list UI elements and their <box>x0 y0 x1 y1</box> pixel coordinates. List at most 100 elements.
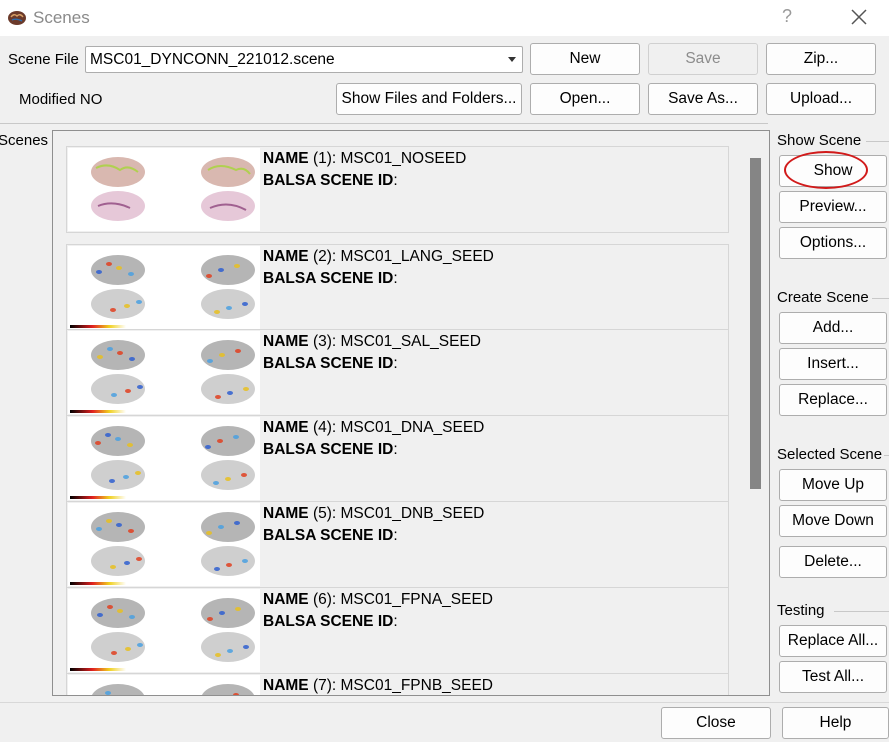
scene-balsa-value: : <box>393 270 398 287</box>
scene-name: NAME (2): MSC01_LANG_SEED <box>263 248 494 266</box>
scene-name-key: NAME <box>263 419 309 436</box>
scene-balsa-value: : <box>393 527 398 544</box>
scene-balsa-value: : <box>393 613 398 630</box>
modified-status: Modified NO <box>19 91 103 108</box>
scene-index: (6): <box>308 591 341 608</box>
scene-name: NAME (6): MSC01_FPNA_SEED <box>263 591 493 609</box>
scene-name-key: NAME <box>263 150 309 167</box>
scene-row[interactable]: NAME (7): MSC01_FPNB_SEEDBALSA SCENE ID: <box>66 673 729 695</box>
scene-balsa-key: BALSA SCENE ID <box>263 355 394 372</box>
scene-name: NAME (1): MSC01_NOSEED <box>263 150 466 168</box>
scene-balsa-key: BALSA SCENE ID <box>263 270 394 287</box>
scene-row[interactable]: NAME (6): MSC01_FPNA_SEED BALSA SCENE ID: <box>66 587 729 674</box>
scene-balsa-value: : <box>393 441 398 458</box>
scene-index: (2): <box>308 248 341 265</box>
scene-name-key: NAME <box>263 591 309 608</box>
save-as-button[interactable]: Save As... <box>648 83 758 115</box>
scene-thumbnail <box>68 675 260 695</box>
scene-file-label: Scene File <box>8 51 79 68</box>
testing-group-label: Testing <box>777 602 825 619</box>
brain-icon <box>8 11 26 25</box>
scene-name-value: MSC01_NOSEED <box>340 150 467 167</box>
scene-name: NAME (4): MSC01_DNA_SEED <box>263 419 484 437</box>
scene-name-value: MSC01_DNB_SEED <box>340 505 485 522</box>
scene-list[interactable]: NAME (1): MSC01_NOSEED BALSA SCENE ID: NA… <box>52 130 770 696</box>
scene-list-scrollbar[interactable] <box>744 131 769 695</box>
show-scene-group-label: Show Scene <box>777 132 862 149</box>
move-down-button[interactable]: Move Down <box>779 505 887 537</box>
scene-row[interactable]: NAME (5): MSC01_DNB_SEED BALSA SCENE ID: <box>66 501 729 588</box>
replace-scene-button[interactable]: Replace... <box>779 384 887 416</box>
scene-index: (1): <box>308 150 341 167</box>
show-scene-group-line <box>866 141 889 142</box>
scene-name: NAME (5): MSC01_DNB_SEED <box>263 505 484 523</box>
selected-scene-group-line <box>884 455 889 456</box>
test-all-button[interactable]: Test All... <box>779 661 887 693</box>
zip-button[interactable]: Zip... <box>766 43 876 75</box>
help-button[interactable]: Help <box>782 707 889 739</box>
scene-file-value: MSC01_DYNCONN_221012.scene <box>90 51 335 68</box>
close-button[interactable]: Close <box>661 707 771 739</box>
scene-index: (3): <box>308 333 341 350</box>
scene-index: (5): <box>308 505 341 522</box>
new-button[interactable]: New <box>530 43 640 75</box>
show-button[interactable]: Show <box>779 155 887 187</box>
scene-balsa-key: BALSA SCENE ID <box>263 172 394 189</box>
scene-balsa-key: BALSA SCENE ID <box>263 527 394 544</box>
scene-name-key: NAME <box>263 333 309 350</box>
chevron-down-icon <box>508 57 516 62</box>
footer-divider <box>0 702 889 703</box>
scene-name-key: NAME <box>263 505 309 522</box>
close-icon[interactable] <box>848 6 870 28</box>
window-title: Scenes <box>33 8 90 27</box>
scene-name-key: NAME <box>263 248 309 265</box>
scene-row[interactable]: NAME (2): MSC01_LANG_SEED BALSA SCENE ID: <box>66 244 729 331</box>
add-scene-button[interactable]: Add... <box>779 312 887 344</box>
scene-balsa-id: BALSA SCENE ID: <box>263 172 398 190</box>
delete-scene-button[interactable]: Delete... <box>779 546 887 578</box>
scene-name-value: MSC01_FPNA_SEED <box>340 591 493 608</box>
upload-button[interactable]: Upload... <box>766 83 876 115</box>
preview-button[interactable]: Preview... <box>779 191 887 223</box>
scene-thumbnail <box>68 246 260 329</box>
scene-balsa-value: : <box>393 172 398 189</box>
scrollbar-thumb[interactable] <box>750 158 761 489</box>
show-files-folders-button[interactable]: Show Files and Folders... <box>336 83 522 115</box>
scene-balsa-id: BALSA SCENE ID: <box>263 613 398 631</box>
move-up-button[interactable]: Move Up <box>779 469 887 501</box>
options-button[interactable]: Options... <box>779 227 887 259</box>
scene-row[interactable]: NAME (1): MSC01_NOSEED BALSA SCENE ID: <box>66 146 729 233</box>
scene-name-key: NAME <box>263 677 309 694</box>
scene-thumbnail <box>68 331 260 414</box>
create-scene-group-label: Create Scene <box>777 289 869 306</box>
scene-row[interactable]: NAME (3): MSC01_SAL_SEED BALSA SCENE ID: <box>66 329 729 416</box>
scene-balsa-id: BALSA SCENE ID: <box>263 441 398 459</box>
scenes-group-label: Scenes <box>0 132 49 149</box>
create-scene-group-line <box>872 298 889 299</box>
scene-name-value: MSC01_FPNB_SEED <box>340 677 493 694</box>
scene-name: NAME (3): MSC01_SAL_SEED <box>263 333 481 351</box>
scene-balsa-id: BALSA SCENE ID: <box>263 270 398 288</box>
save-button[interactable]: Save <box>648 43 758 75</box>
testing-group-line <box>834 611 889 612</box>
insert-scene-button[interactable]: Insert... <box>779 348 887 380</box>
title-bar: Scenes ? <box>0 0 889 36</box>
scene-balsa-key: BALSA SCENE ID <box>263 441 394 458</box>
scenes-group-frame <box>0 123 768 124</box>
open-button[interactable]: Open... <box>530 83 640 115</box>
scene-name-value: MSC01_LANG_SEED <box>340 248 494 265</box>
scene-name-value: MSC01_DNA_SEED <box>340 419 485 436</box>
replace-all-button[interactable]: Replace All... <box>779 625 887 657</box>
help-question-icon[interactable]: ? <box>782 6 792 27</box>
scene-thumbnail <box>68 503 260 586</box>
scene-name: NAME (7): MSC01_FPNB_SEED <box>263 677 493 695</box>
scene-thumbnail <box>68 589 260 672</box>
scene-balsa-id: BALSA SCENE ID: <box>263 527 398 545</box>
scene-index: (4): <box>308 419 341 436</box>
selected-scene-group-label: Selected Scene <box>777 446 883 463</box>
scene-thumbnail <box>68 148 260 231</box>
scene-balsa-id: BALSA SCENE ID: <box>263 355 398 373</box>
scene-index: (7): <box>308 677 341 694</box>
scene-row[interactable]: NAME (4): MSC01_DNA_SEED BALSA SCENE ID: <box>66 415 729 502</box>
scene-file-select[interactable]: MSC01_DYNCONN_221012.scene <box>85 46 523 73</box>
